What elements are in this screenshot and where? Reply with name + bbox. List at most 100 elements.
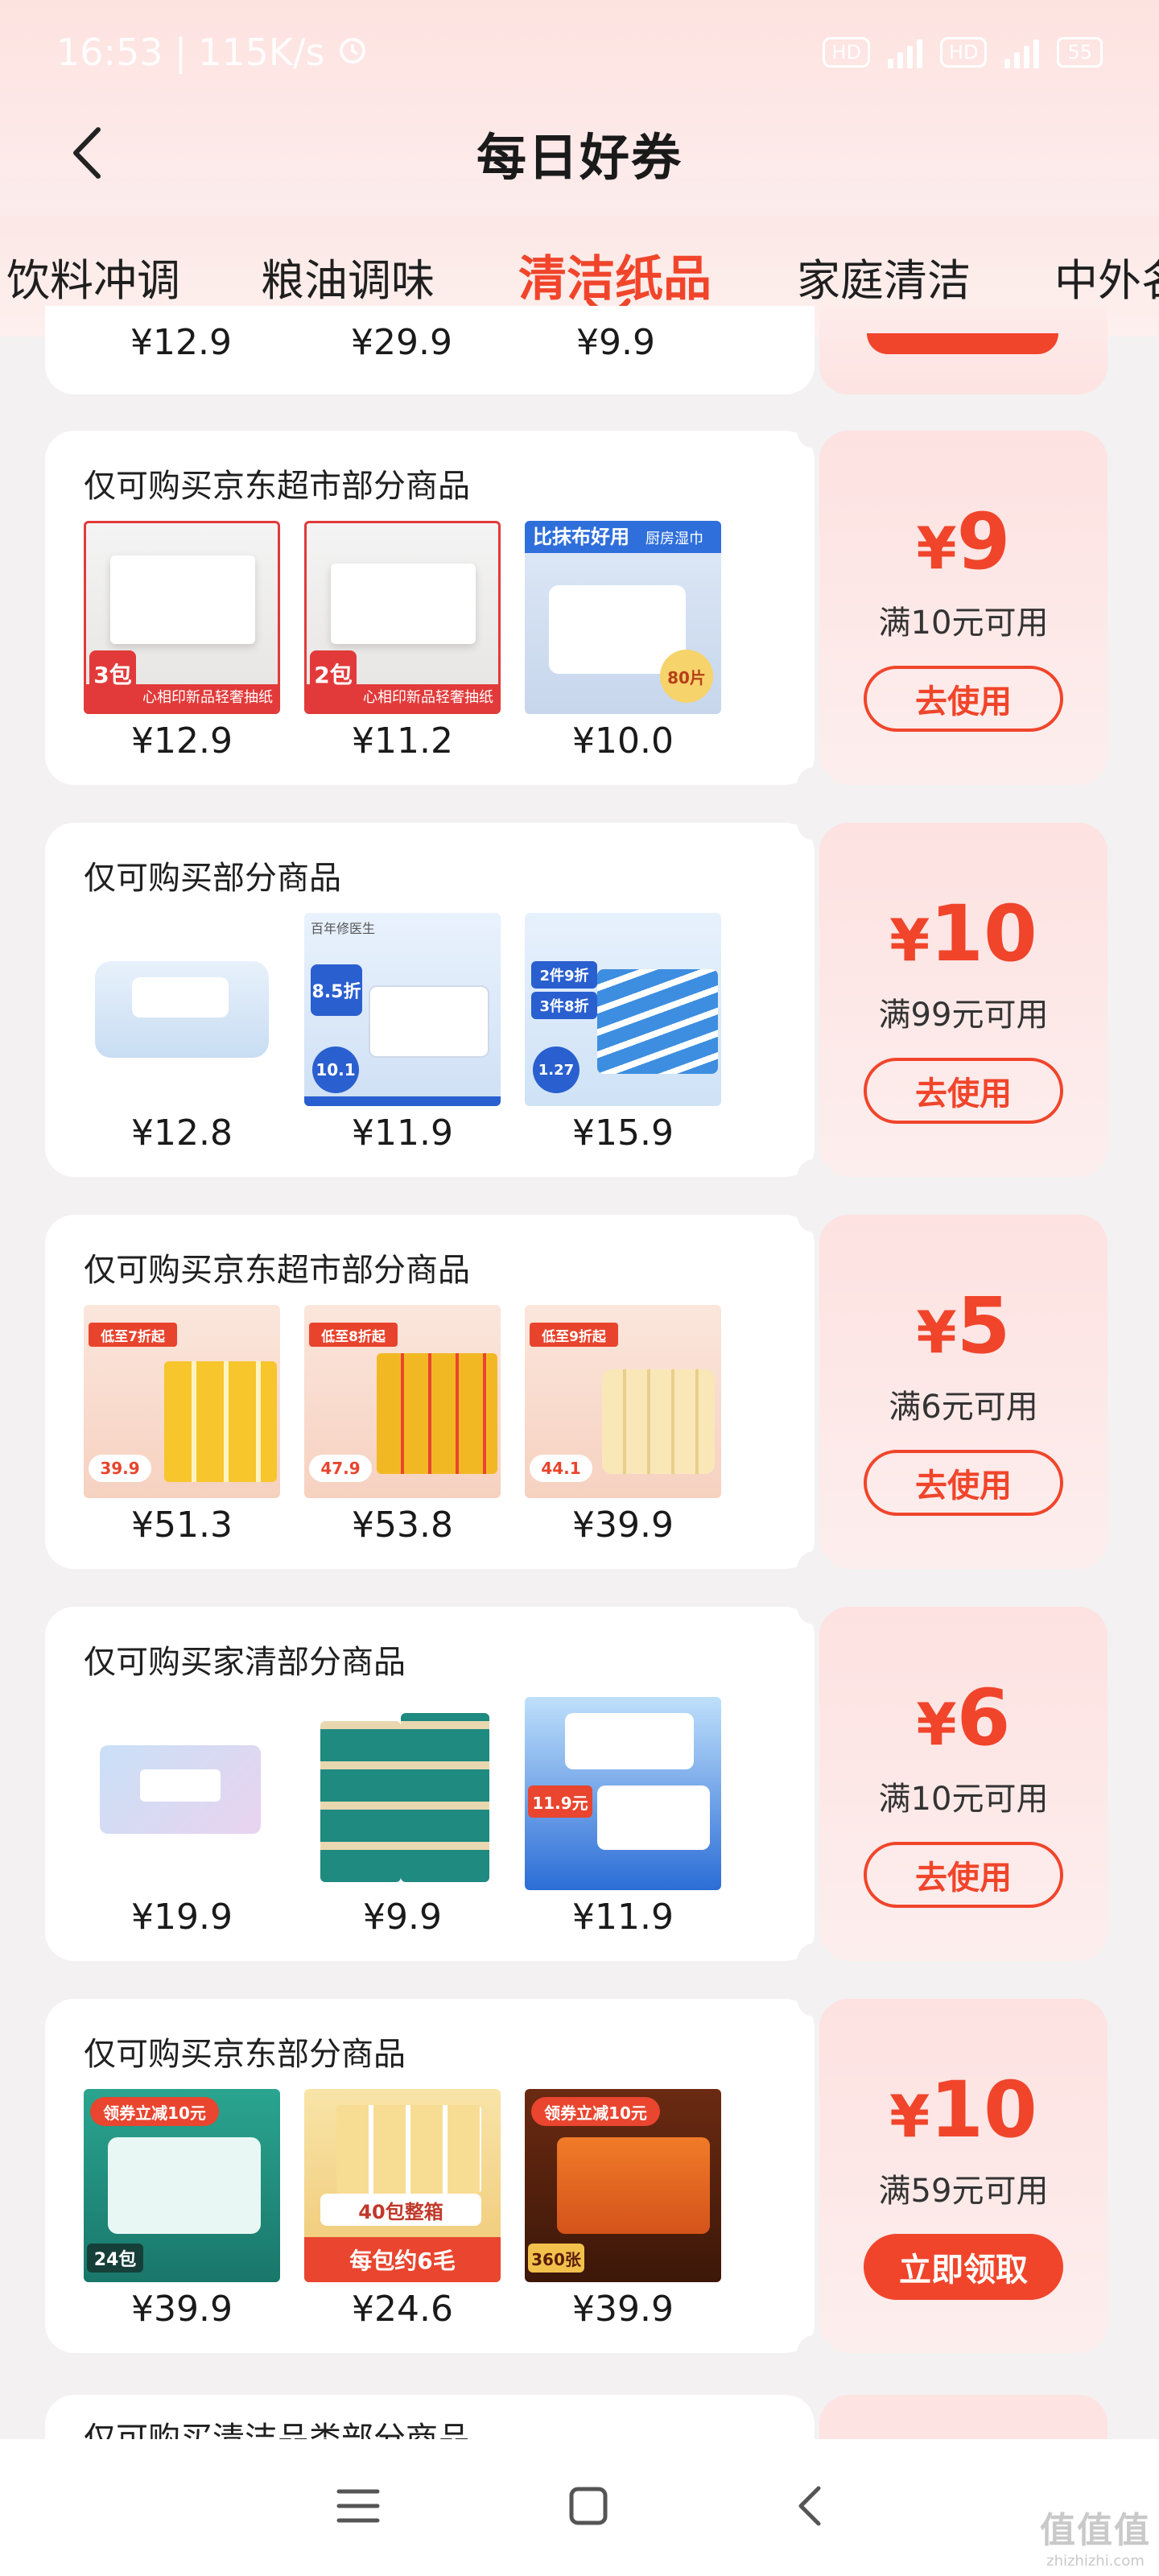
- product-price: ¥39.9: [572, 1505, 674, 1546]
- menu-icon[interactable]: [336, 2487, 381, 2529]
- coupon-card: 仅可购买京东超市部分商品 低至7折起 39.9 ¥51.3 低至8折起 47.9…: [45, 1197, 1107, 1587]
- product-image[interactable]: 百年修医生 8.5折 10.1: [304, 913, 501, 1106]
- product-item[interactable]: ¥19.9: [84, 1697, 280, 1938]
- tab-drinks[interactable]: 饮料冲调: [6, 245, 180, 308]
- product-item[interactable]: 领券立减10元 24包 ¥39.9: [84, 2089, 280, 2330]
- use-coupon-button[interactable]: 去使用: [864, 1450, 1063, 1516]
- product-price-badge: 1.27: [533, 1046, 580, 1093]
- product-price-tag: 44.1: [530, 1455, 592, 1482]
- coupon-amount: ¥6: [916, 1673, 1011, 1763]
- coupon-value-panel: ¥10 满59元可用 立即领取: [819, 1999, 1107, 2353]
- status-left: 16:53 | 115K/s: [56, 31, 369, 74]
- coupon-card: 仅可购买家清部分商品 ¥19.9 ¥9.9 11.9元 ¥11.9 ¥6 满10…: [45, 1589, 1107, 1979]
- watermark-url: zhizhizhi.com: [1046, 2553, 1145, 2570]
- product-discount-banner: 领券立减10元: [90, 2097, 219, 2126]
- product-image[interactable]: [84, 913, 280, 1106]
- product-box-label: 40包整箱: [320, 2194, 481, 2226]
- product-price: ¥11.9: [572, 1897, 674, 1938]
- coupon-value-panel: ¥5 满6元可用 去使用: [819, 1215, 1107, 1569]
- use-coupon-button[interactable]: 去使用: [864, 666, 1063, 732]
- product-image-caption: 厨房湿巾: [645, 530, 703, 547]
- product-image[interactable]: 心相印新品轻奢抽纸 3包: [84, 521, 280, 714]
- product-image[interactable]: [84, 1697, 280, 1890]
- system-nav-bar: [0, 2439, 1159, 2576]
- coupon-products-panel: 仅可购买部分商品 ¥12.8 百年修医生 8.5折 10.1 ¥11.9 2件9…: [45, 805, 832, 1195]
- product-item[interactable]: 11.9元 ¥11.9: [525, 1697, 721, 1938]
- product-image[interactable]: 比抹布好用 厨房湿巾 80片: [525, 521, 721, 714]
- use-coupon-button[interactable]: 去使用: [864, 1842, 1063, 1908]
- tab-grain-oil[interactable]: 粮油调味: [261, 245, 435, 308]
- product-image[interactable]: 领券立减10元 360张: [525, 2089, 721, 2282]
- battery-level: 55: [1067, 41, 1092, 64]
- triangle-back-icon[interactable]: [796, 2485, 823, 2530]
- coupon-amount: ¥10: [889, 2065, 1037, 2155]
- product-image[interactable]: 2件9折 3件8折 1.27: [525, 913, 721, 1106]
- status-speed: 115K/s: [198, 31, 325, 74]
- use-coupon-button[interactable]: 去使用: [864, 1058, 1063, 1124]
- product-item[interactable]: 2件9折 3件8折 1.27 ¥15.9: [525, 913, 721, 1154]
- product-list: 领券立减10元 24包 ¥39.9 40包整箱 每包约6毛 ¥24.6 领券立减…: [84, 2089, 721, 2330]
- product-item[interactable]: 40包整箱 每包约6毛 ¥24.6: [304, 2089, 501, 2330]
- product-image[interactable]: 低至8折起 47.9: [304, 1305, 501, 1498]
- product-image[interactable]: 低至7折起 39.9: [84, 1305, 280, 1498]
- product-count-badge: 360张: [528, 2244, 584, 2273]
- alarm-icon: [336, 31, 369, 74]
- home-square-icon[interactable]: [568, 2486, 608, 2529]
- product-item[interactable]: 低至8折起 47.9 ¥53.8: [304, 1305, 501, 1546]
- coupon-value-panel: ¥9 满10元可用 去使用: [819, 431, 1107, 785]
- product-price: ¥11.2: [352, 720, 453, 762]
- product-price: ¥15.9: [572, 1113, 674, 1154]
- coupon-amount: ¥9: [916, 497, 1011, 587]
- coupon-products-panel: 仅可购买京东部分商品 领券立减10元 24包 ¥39.9 40包整箱 每包约6毛…: [45, 1981, 832, 2371]
- product-price: ¥10.0: [572, 720, 674, 762]
- coupon-value-panel: ¥6 满10元可用 去使用: [819, 1607, 1107, 1961]
- product-price-tag: 47.9: [309, 1455, 372, 1482]
- status-right: HD HD 55: [823, 36, 1103, 68]
- status-bar: 16:53 | 115K/s HD HD 55: [0, 0, 1159, 105]
- product-pack-badge: 24包: [87, 2244, 143, 2273]
- product-discount-banner: 低至7折起: [89, 1323, 177, 1347]
- product-item[interactable]: 百年修医生 8.5折 10.1 ¥11.9: [304, 913, 501, 1154]
- tab-home-cleaning[interactable]: 家庭清洁: [797, 245, 971, 308]
- product-image[interactable]: 低至9折起 44.1: [525, 1305, 721, 1498]
- product-image[interactable]: 领券立减10元 24包: [84, 2089, 280, 2282]
- product-count-badge: 80片: [660, 650, 713, 703]
- coupon-card: 仅可购买京东部分商品 领券立减10元 24包 ¥39.9 40包整箱 每包约6毛…: [45, 1981, 1107, 2371]
- partial-use-button[interactable]: [867, 333, 1058, 354]
- partial-card-right: [819, 2395, 1107, 2443]
- chevron-left-icon[interactable]: [56, 122, 118, 184]
- product-item[interactable]: 领券立减10元 360张 ¥39.9: [525, 2089, 721, 2330]
- page-title: 每日好券: [476, 128, 683, 187]
- product-item[interactable]: 低至9折起 44.1 ¥39.9: [525, 1305, 721, 1546]
- partial-card-left: 仅可购买清洁品类部分商品: [45, 2395, 815, 2443]
- product-pack-badge: 3包: [89, 650, 136, 697]
- coupon-products-panel: 仅可购买家清部分商品 ¥19.9 ¥9.9 11.9元 ¥11.9: [45, 1589, 832, 1979]
- product-list: 心相印新品轻奢抽纸 3包 ¥12.9 心相印新品轻奢抽纸 2包 ¥11.2 比抹…: [84, 521, 721, 762]
- coupon-products-panel: 仅可购买京东超市部分商品 低至7折起 39.9 ¥51.3 低至8折起 47.9…: [45, 1197, 832, 1587]
- tab-foreign[interactable]: 中外名: [1054, 245, 1159, 308]
- product-image[interactable]: 40包整箱 每包约6毛: [304, 2089, 501, 2282]
- product-image[interactable]: 11.9元: [525, 1697, 721, 1890]
- hd-icon-2: HD: [939, 37, 988, 68]
- coupon-desc: 仅可购买京东部分商品: [84, 2036, 406, 2073]
- product-item[interactable]: ¥9.9: [304, 1697, 501, 1938]
- coupon-desc: 仅可购买京东超市部分商品: [84, 468, 470, 505]
- product-discount-banner: 低至9折起: [530, 1323, 618, 1347]
- coupon-condition: 满10元可用: [878, 605, 1049, 642]
- product-price: ¥53.8: [352, 1505, 453, 1546]
- coupon-amount-value: 10: [930, 889, 1037, 979]
- product-item[interactable]: 低至7折起 39.9 ¥51.3: [84, 1305, 280, 1546]
- product-item[interactable]: 心相印新品轻奢抽纸 2包 ¥11.2: [304, 521, 501, 762]
- product-price: ¥29.9: [351, 322, 452, 363]
- product-image[interactable]: 心相印新品轻奢抽纸 2包: [304, 521, 501, 714]
- signal-icon-2: [1004, 36, 1040, 68]
- coupon-desc: 仅可购买京东超市部分商品: [84, 1252, 470, 1289]
- product-item[interactable]: 心相印新品轻奢抽纸 3包 ¥12.9: [84, 521, 280, 762]
- product-price: ¥51.3: [131, 1505, 233, 1546]
- claim-coupon-button[interactable]: 立即领取: [864, 2234, 1063, 2300]
- product-item[interactable]: ¥12.8: [84, 913, 280, 1154]
- product-item[interactable]: 比抹布好用 厨房湿巾 80片 ¥10.0: [525, 521, 721, 762]
- status-time: 16:53: [56, 31, 163, 74]
- product-image[interactable]: [304, 1697, 501, 1890]
- partial-card-bottom: 仅可购买清洁品类部分商品: [45, 2395, 1107, 2443]
